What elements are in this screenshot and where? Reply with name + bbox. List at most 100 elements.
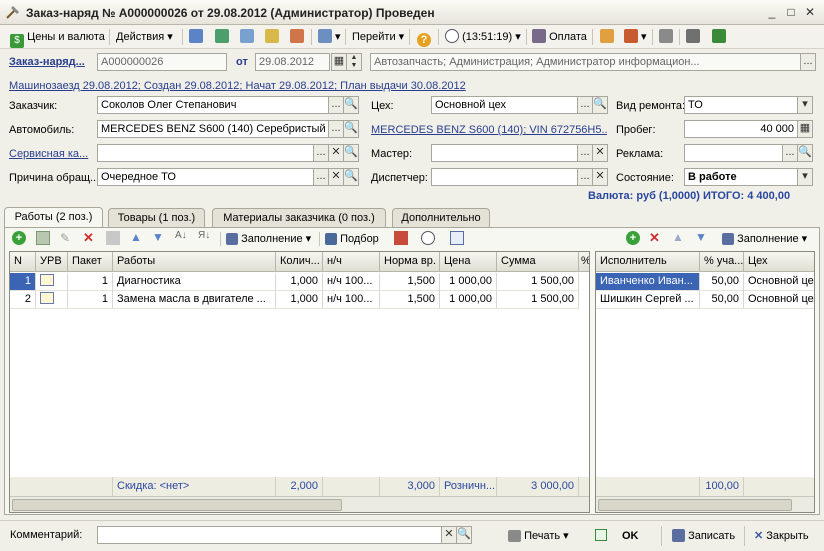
move-down-icon[interactable]: ▼ <box>152 230 164 244</box>
car-open-icon[interactable]: 🔍 <box>343 120 359 138</box>
payment-button[interactable]: Оплата <box>530 28 589 46</box>
dates-link[interactable]: Машинозаезд 29.08.2012; Создан 29.08.201… <box>9 80 466 92</box>
ad-select-button[interactable]: ... <box>782 144 798 162</box>
car-field[interactable]: MERCEDES BENZ S600 (140) Серебристый м <box>97 120 329 138</box>
list-icon[interactable] <box>684 28 702 46</box>
edit-row-icon[interactable] <box>36 273 68 291</box>
grid-action-icon[interactable] <box>394 231 408 245</box>
ad-field[interactable] <box>684 144 783 162</box>
tab-additional[interactable]: Дополнительно <box>392 208 490 227</box>
works-table[interactable]: N УРВ Пакет Работы Колич... н/ч Норма вр… <box>9 251 590 513</box>
org-select-button[interactable]: ... <box>800 53 816 71</box>
executors-table[interactable]: Исполнитель % уча... Цех Иванченко Иван.… <box>595 251 815 513</box>
col-executor[interactable]: Исполнитель <box>596 252 700 272</box>
col-n[interactable]: N <box>10 252 36 272</box>
col-norm[interactable]: Норма вр. <box>380 252 440 272</box>
reason-clear-icon[interactable]: ✕ <box>328 168 344 186</box>
doc-link-icon[interactable] <box>450 231 464 245</box>
col-price[interactable]: Цена <box>440 252 497 272</box>
sort-asc-icon[interactable]: A↓ <box>175 230 187 241</box>
table-row[interactable]: 2 1 Замена масла в двигателе ... 1,000 н… <box>10 291 589 309</box>
delete-icon[interactable]: ✕ <box>83 230 94 246</box>
col-qty[interactable]: Колич... <box>276 252 323 272</box>
actions-menu[interactable]: Действия ▾ <box>114 28 175 46</box>
sort-desc-icon[interactable]: Я↓ <box>198 230 210 241</box>
repair-dropdown-icon[interactable]: ▾ <box>797 96 813 114</box>
customer-field[interactable]: Соколов Олег Степанович <box>97 96 329 114</box>
org-field[interactable]: Автозапчасть; Администрация; Администрат… <box>370 53 801 71</box>
exec-move-up-icon[interactable]: ▲ <box>672 230 684 244</box>
exec-horizontal-scrollbar[interactable] <box>596 496 814 512</box>
doc-icon-1[interactable] <box>187 28 205 46</box>
time-button[interactable]: (13:51:19) ▾ <box>443 28 523 46</box>
doc-date-field[interactable]: 29.08.2012 <box>255 53 330 71</box>
dispatcher-clear-icon[interactable]: ✕ <box>592 168 608 186</box>
table-row[interactable]: Иванченко Иван... 50,00 Основной цех <box>596 273 814 291</box>
reason-open-icon[interactable]: 🔍 <box>343 168 359 186</box>
master-select-button[interactable]: ... <box>577 144 593 162</box>
add-copy-icon[interactable] <box>36 231 50 245</box>
end-edit-icon[interactable] <box>106 231 120 245</box>
print-button[interactable]: Печать ▾ <box>506 527 571 545</box>
horizontal-scrollbar[interactable] <box>10 496 589 512</box>
structure-icon[interactable]: ▾ <box>316 28 343 46</box>
master-field[interactable] <box>431 144 578 162</box>
dispatcher-field[interactable] <box>431 168 578 186</box>
shop-select-button[interactable]: ... <box>577 96 593 114</box>
refresh-icon[interactable] <box>213 28 231 46</box>
save-button[interactable]: Записать <box>670 527 737 545</box>
customer-open-icon[interactable]: 🔍 <box>343 96 359 114</box>
service-card-field[interactable] <box>97 144 315 162</box>
edit-row-icon[interactable] <box>36 291 68 309</box>
tab-works[interactable]: Работы (2 поз.) <box>4 207 103 228</box>
excel-icon[interactable] <box>710 28 728 46</box>
unpost-doc-icon[interactable] <box>288 28 306 46</box>
edit-icon[interactable]: ✎ <box>60 231 70 245</box>
comment-clear-icon[interactable]: ✕ <box>441 526 457 544</box>
goto-menu[interactable]: Перейти ▾ <box>350 28 406 46</box>
col-package[interactable]: Пакет <box>68 252 113 272</box>
state-dropdown-icon[interactable]: ▾ <box>797 168 813 186</box>
table-row[interactable]: Шишкин Сергей ... 50,00 Основной цех <box>596 291 814 309</box>
service-select-button[interactable]: ... <box>313 144 329 162</box>
hierarchy-icon[interactable] <box>657 28 675 46</box>
col-works[interactable]: Работы <box>113 252 276 272</box>
repair-type-field[interactable]: ТО <box>684 96 798 114</box>
copy-icon[interactable] <box>238 28 256 46</box>
prices-button[interactable]: $ Цены и валюта <box>8 28 107 48</box>
col-percent[interactable]: % <box>579 252 589 272</box>
exec-add-icon[interactable]: + <box>626 231 640 245</box>
shop-open-icon[interactable]: 🔍 <box>592 96 608 114</box>
minimize-button[interactable]: _ <box>764 5 780 19</box>
calculator-icon[interactable]: ▦ <box>797 120 813 138</box>
close-window-button[interactable]: ✕ <box>802 5 818 19</box>
print-forms-icon[interactable]: ▾ <box>622 28 649 46</box>
reason-field[interactable]: Очередное ТО <box>97 168 315 186</box>
mileage-field[interactable]: 40 000 <box>684 120 798 138</box>
works-select-button[interactable]: Подбор <box>323 230 381 248</box>
car-select-button[interactable]: ... <box>328 120 344 138</box>
customer-select-button[interactable]: ... <box>328 96 344 114</box>
close-button[interactable]: ✕ Закрыть <box>752 527 811 545</box>
reason-select-button[interactable]: ... <box>313 168 329 186</box>
add-icon[interactable]: + <box>12 231 26 245</box>
number-label[interactable]: Заказ-наряд... <box>9 56 85 68</box>
ad-open-icon[interactable]: 🔍 <box>797 144 813 162</box>
checkmark-icon[interactable] <box>595 529 607 541</box>
col-sum[interactable]: Сумма <box>497 252 579 272</box>
col-urv[interactable]: УРВ <box>36 252 68 272</box>
comment-open-icon[interactable]: 🔍 <box>456 526 472 544</box>
col-exec-shop[interactable]: Цех <box>744 252 814 272</box>
service-open-icon[interactable]: 🔍 <box>343 144 359 162</box>
post-doc-icon[interactable] <box>263 28 281 46</box>
service-clear-icon[interactable]: ✕ <box>328 144 344 162</box>
service-label[interactable]: Сервисная ка... <box>9 148 88 160</box>
exec-fill-button[interactable]: Заполнение ▾ <box>720 230 809 248</box>
master-clear-icon[interactable]: ✕ <box>592 144 608 162</box>
col-unit[interactable]: н/ч <box>323 252 380 272</box>
comment-field[interactable] <box>97 526 442 544</box>
works-fill-button[interactable]: Заполнение ▾ <box>224 230 313 248</box>
table-row[interactable]: 1 1 Диагностика 1,000 н/ч 100... 1,500 1… <box>10 273 589 291</box>
sign-icon[interactable] <box>598 28 616 46</box>
move-up-icon[interactable]: ▲ <box>130 230 142 244</box>
